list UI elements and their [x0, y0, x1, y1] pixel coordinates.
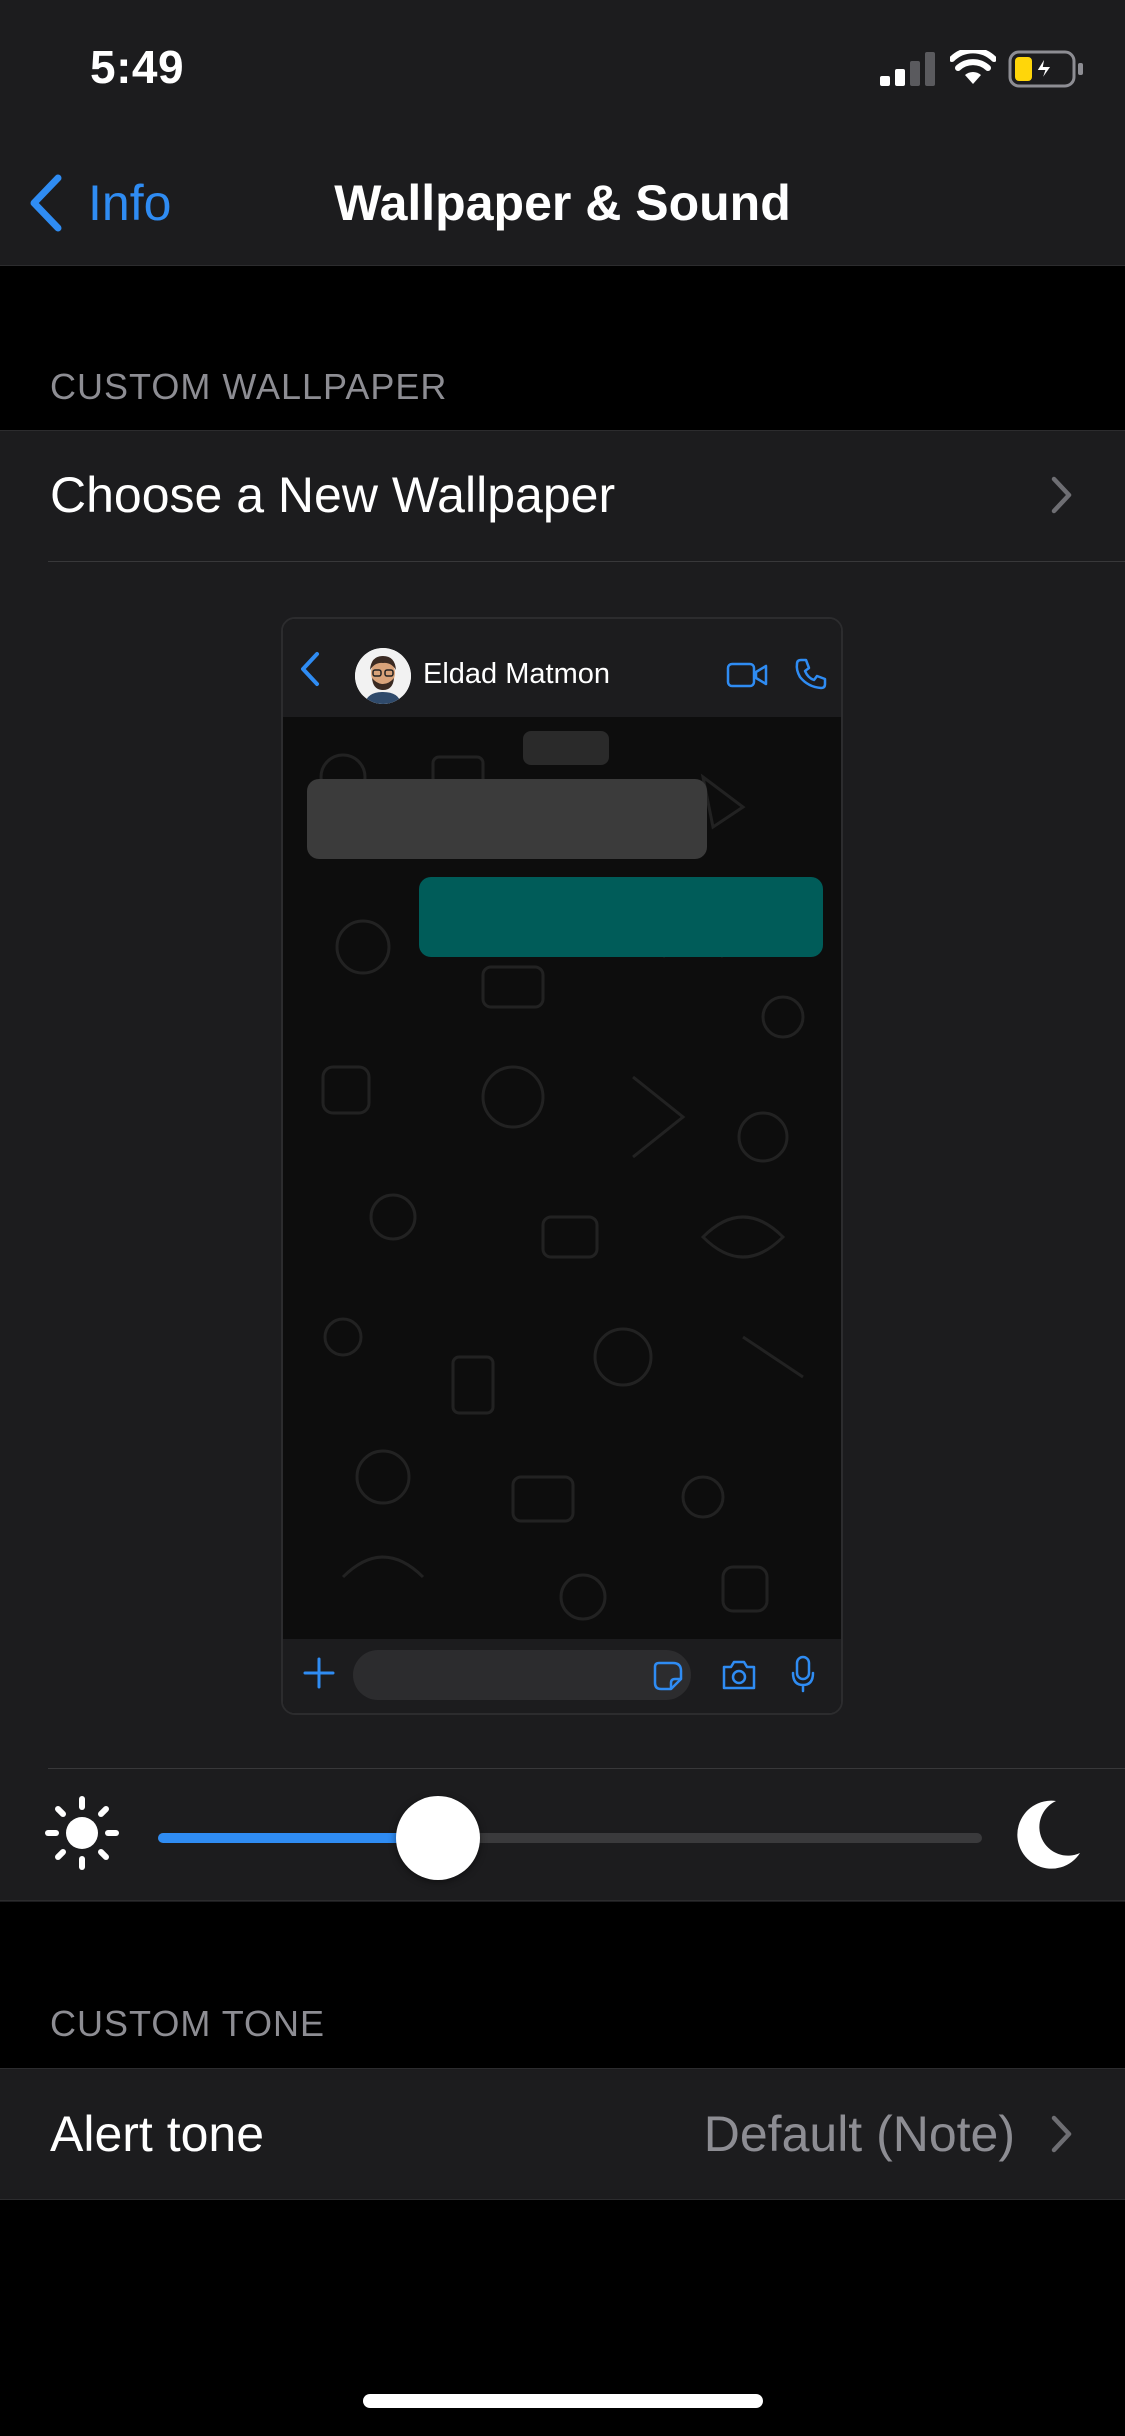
avatar [355, 648, 411, 704]
alert-tone-value: Default (Note) [703, 2106, 1015, 2162]
camera-icon [722, 1660, 756, 1690]
choose-wallpaper-row[interactable]: Choose a New Wallpaper [0, 430, 1125, 560]
microphone-icon [791, 1655, 815, 1693]
preview-chat-header: Eldad Matmon [283, 619, 841, 717]
status-bar: 5:49 [0, 0, 1125, 140]
page-title: Wallpaper & Sound [334, 175, 791, 231]
alert-tone-row[interactable]: Alert tone Default (Note) [0, 2069, 1125, 2199]
divider [48, 561, 1125, 562]
plus-icon [303, 1657, 335, 1689]
home-indicator [363, 2394, 763, 2408]
cellular-signal-icon [880, 52, 935, 86]
sun-icon [45, 1796, 119, 1870]
moon-icon [1017, 1800, 1080, 1869]
navigation-bar: Info Wallpaper & Sound [0, 140, 1125, 266]
preview-chat-footer [283, 1639, 841, 1713]
wallpaper-dimming-row [0, 1769, 1125, 1900]
wallpaper-dimming-slider[interactable] [158, 1796, 982, 1880]
chevron-left-icon [301, 652, 319, 686]
slider-thumb[interactable] [396, 1796, 481, 1880]
alert-tone-label: Alert tone [50, 2106, 265, 2162]
chevron-right-icon [1051, 476, 1072, 514]
wallpaper-preview: Eldad Matmon [281, 617, 843, 1715]
choose-wallpaper-label: Choose a New Wallpaper [50, 467, 616, 523]
divider [0, 1900, 1125, 1901]
battery-charging-icon [1008, 50, 1083, 88]
preview-incoming-bubble [307, 779, 707, 859]
divider [0, 2199, 1125, 2200]
wifi-icon [950, 50, 996, 84]
sticker-icon [653, 1661, 683, 1691]
preview-message-input [353, 1650, 691, 1700]
preview-date-bubble [523, 731, 609, 765]
preview-chat-body [283, 717, 841, 1643]
tone-group: Alert tone Default (Note) [0, 2068, 1125, 2200]
phone-icon [795, 658, 827, 690]
custom-wallpaper-header: CUSTOM WALLPAPER [50, 366, 448, 407]
preview-contact-name: Eldad Matmon [423, 658, 610, 690]
chevron-right-icon [1051, 2115, 1072, 2153]
preview-outgoing-bubble [419, 877, 823, 957]
video-camera-icon [726, 662, 768, 688]
status-time: 5:49 [90, 41, 185, 93]
custom-tone-header: CUSTOM TONE [50, 2003, 326, 2044]
